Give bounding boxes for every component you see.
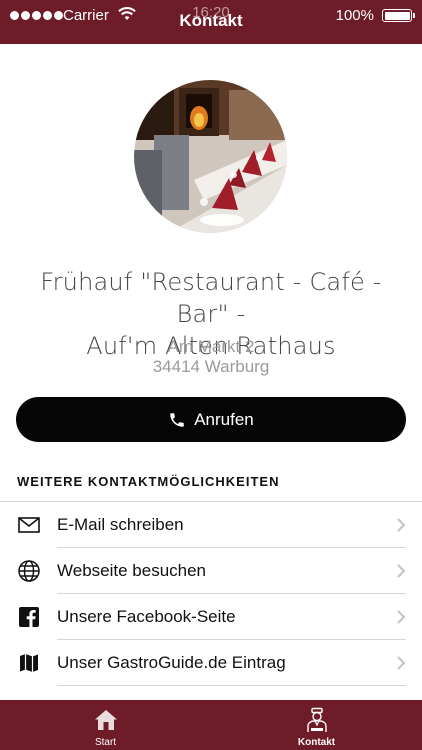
envelope-icon (16, 512, 42, 538)
list-item-label: Unsere Facebook-Seite (57, 607, 236, 626)
top-bar: Carrier 16:20 100% Kontakt (0, 0, 422, 44)
tab-label: Start (94, 737, 117, 748)
restaurant-name-line1: Frühauf "Restaurant - Café - Bar" - (40, 268, 382, 328)
tab-kontakt[interactable]: Kontakt (211, 700, 422, 750)
list-item-label: E-Mail schreiben (57, 515, 184, 534)
page-title: Kontakt (179, 11, 243, 30)
section-title: WEITERE KONTAKTMÖGLICHKEITEN (17, 474, 280, 489)
waiter-icon (306, 707, 327, 732)
home-icon (94, 710, 117, 730)
tab-bar: Start Kontakt (0, 700, 422, 750)
list-item-label: Unser GastroGuide.de Eintrag (57, 653, 286, 672)
chevron-right-icon (397, 518, 406, 532)
tab-start[interactable]: Start (0, 700, 211, 750)
restaurant-photo (134, 80, 287, 233)
list-item-gastroguide[interactable]: Unser GastroGuide.de Eintrag (0, 640, 422, 686)
address-city: 34414 Warburg (152, 357, 270, 376)
chevron-right-icon (397, 656, 406, 670)
globe-icon (16, 558, 42, 584)
contact-list: E-Mail schreiben Webseite besuchen Unser… (0, 501, 422, 686)
list-item-facebook[interactable]: Unsere Facebook-Seite (0, 594, 422, 640)
chevron-right-icon (397, 564, 406, 578)
call-button-label: Anrufen (194, 409, 254, 429)
tab-label: Kontakt (297, 737, 336, 748)
chevron-right-icon (397, 610, 406, 624)
facebook-icon (16, 604, 42, 630)
phone-icon (170, 412, 184, 427)
list-item-website[interactable]: Webseite besuchen (0, 548, 422, 594)
list-item-label: Webseite besuchen (57, 561, 207, 580)
call-button[interactable]: Anrufen (16, 397, 406, 442)
address-street: Am Markt 2 (167, 337, 255, 356)
map-icon (16, 650, 42, 676)
list-item-email[interactable]: E-Mail schreiben (0, 502, 422, 548)
